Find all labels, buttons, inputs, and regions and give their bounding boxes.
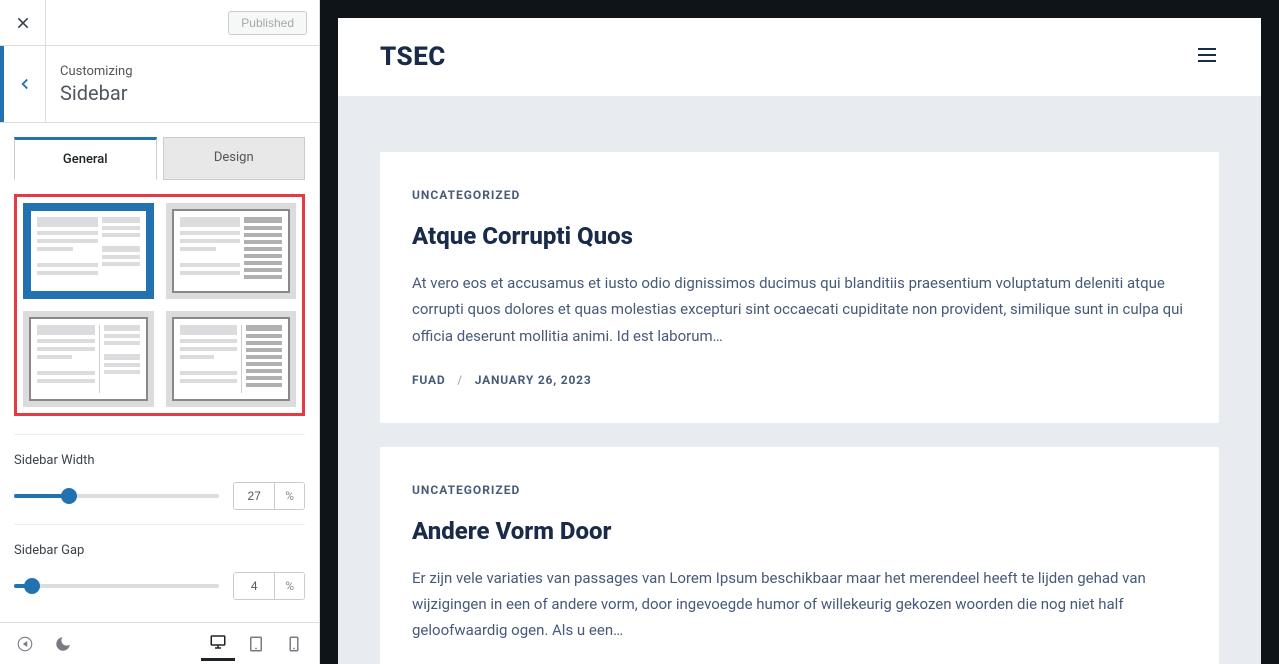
tablet-preview-button[interactable] (239, 627, 273, 661)
section-title: Sidebar (60, 81, 305, 105)
post-category[interactable]: UNCATEGORIZED (412, 188, 1187, 202)
close-button[interactable] (0, 0, 46, 46)
posts-list: UNCATEGORIZED Atque Corrupti Quos At ver… (338, 96, 1261, 664)
sidebar-width-value-box: % (233, 482, 305, 510)
section-header: Customizing Sidebar (0, 46, 319, 123)
menu-toggle-button[interactable] (1195, 43, 1219, 71)
desktop-icon (209, 633, 227, 651)
sidebar-width-control: Sidebar Width % (14, 434, 305, 524)
slider-thumb[interactable] (24, 578, 40, 594)
post-excerpt: At vero eos et accusamus et iusto odio d… (412, 270, 1187, 349)
moon-icon (54, 635, 72, 653)
sidebar-gap-input[interactable] (234, 573, 274, 599)
tab-design[interactable]: Design (163, 137, 306, 180)
top-bar: Published (0, 0, 319, 46)
post-category[interactable]: UNCATEGORIZED (412, 483, 1187, 497)
sidebar-width-input[interactable] (234, 483, 274, 509)
preview-frame[interactable]: TSEC UNCATEGORIZED Atque Corrupti Quos A… (338, 18, 1261, 664)
post-title[interactable]: Andere Vorm Door (412, 517, 1187, 545)
customizing-label: Customizing (60, 64, 305, 79)
layout-option-4[interactable] (166, 311, 297, 407)
customizer-sidebar: Published Customizing Sidebar General De… (0, 0, 320, 664)
sidebar-gap-unit[interactable]: % (274, 573, 304, 599)
tablet-icon (247, 635, 265, 653)
back-button[interactable] (0, 46, 46, 122)
tabs: General Design (0, 123, 319, 180)
hamburger-icon (1195, 43, 1219, 67)
site-header: TSEC (338, 18, 1261, 96)
panel-body: Sidebar Width % Sidebar Gap (0, 180, 319, 622)
desktop-preview-button[interactable] (201, 627, 235, 661)
mobile-preview-button[interactable] (277, 627, 311, 661)
layout-options-grid (14, 194, 305, 416)
chevron-left-icon (16, 75, 34, 93)
sidebar-gap-control: Sidebar Gap % (14, 524, 305, 614)
slider-thumb[interactable] (61, 488, 77, 504)
sidebar-width-label: Sidebar Width (14, 453, 305, 468)
mobile-icon (285, 635, 303, 653)
post-title[interactable]: Atque Corrupti Quos (412, 222, 1187, 250)
layout-option-3[interactable] (23, 311, 154, 407)
header-text: Customizing Sidebar (46, 52, 319, 117)
post-meta: FUAD / JANUARY 26, 2023 (412, 373, 1187, 387)
meta-separator: / (457, 373, 462, 387)
post-card: UNCATEGORIZED Atque Corrupti Quos At ver… (380, 152, 1219, 423)
post-card: UNCATEGORIZED Andere Vorm Door Er zijn v… (380, 447, 1219, 664)
layout-option-2[interactable] (166, 203, 297, 299)
close-icon (15, 15, 31, 31)
sidebar-width-unit[interactable]: % (274, 483, 304, 509)
sidebar-gap-value-box: % (233, 572, 305, 600)
site-title[interactable]: TSEC (380, 42, 446, 72)
publish-status-button[interactable]: Published (228, 11, 307, 35)
post-excerpt: Er zijn vele variaties van passages van … (412, 565, 1187, 644)
sidebar-width-slider[interactable] (14, 494, 219, 498)
customizer-app: Published Customizing Sidebar General De… (0, 0, 1279, 664)
device-bar (0, 622, 319, 664)
sidebar-gap-slider[interactable] (14, 584, 219, 588)
preview-area: TSEC UNCATEGORIZED Atque Corrupti Quos A… (320, 0, 1279, 664)
tab-general[interactable]: General (14, 137, 157, 180)
sidebar-gap-label: Sidebar Gap (14, 543, 305, 558)
layout-option-1[interactable] (23, 203, 154, 299)
dark-mode-button[interactable] (46, 627, 80, 661)
post-author[interactable]: FUAD (412, 373, 445, 387)
hide-controls-button[interactable] (8, 627, 42, 661)
post-date[interactable]: JANUARY 26, 2023 (475, 373, 592, 387)
triangle-left-icon (16, 635, 34, 653)
